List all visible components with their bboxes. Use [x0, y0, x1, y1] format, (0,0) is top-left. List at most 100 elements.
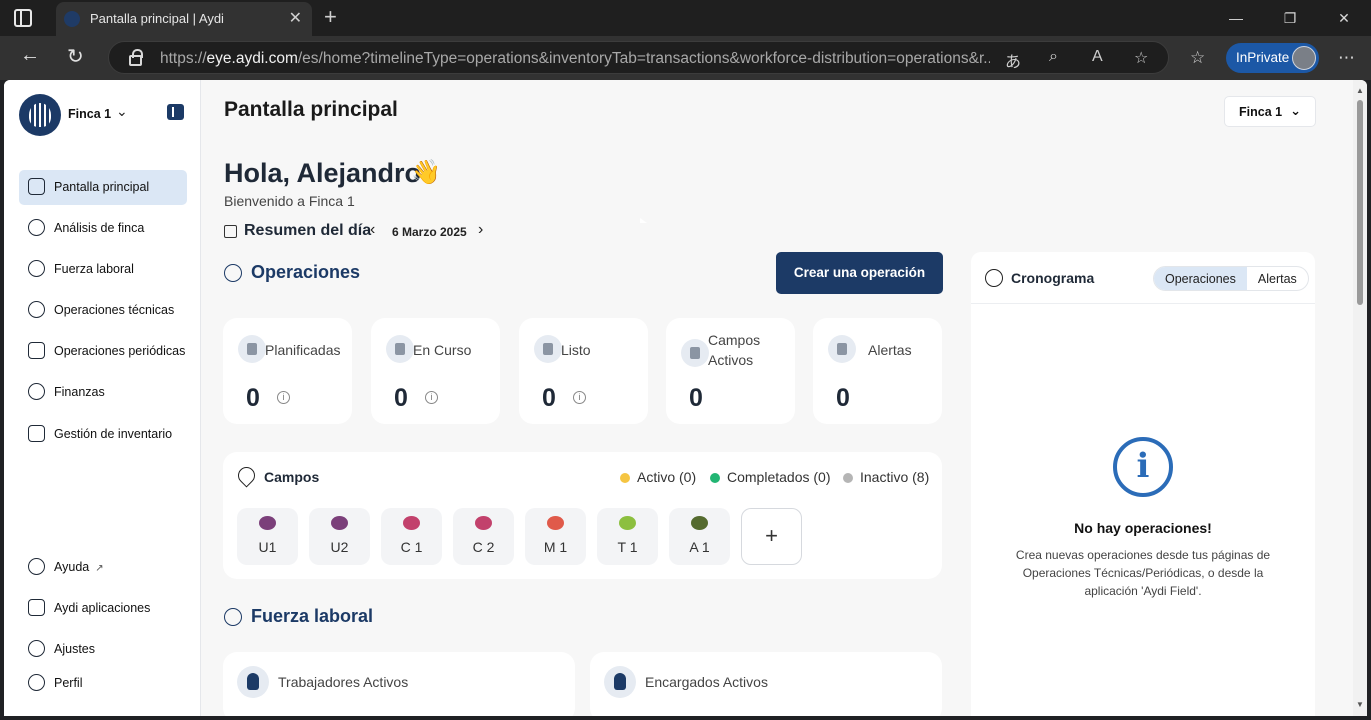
chevron-down-icon[interactable]: ⌄	[116, 103, 128, 120]
stat-card-planificadas: Planificadas 0 i	[223, 318, 352, 424]
tractor-icon	[28, 301, 45, 318]
field-tile-t1[interactable]: T 1	[597, 508, 658, 565]
operations-title: Operaciones	[224, 262, 360, 283]
sidebar-item-ajustes[interactable]: Ajustes	[19, 632, 187, 667]
favorites-icon[interactable]: ☆	[1190, 48, 1205, 68]
wave-emoji-icon: 👋	[411, 159, 441, 186]
field-tile-c1[interactable]: C 1	[381, 508, 442, 565]
restore-icon[interactable]: ❐	[1263, 0, 1317, 36]
stat-card-alertas: Alertas 0	[813, 318, 942, 424]
translate-icon[interactable]: あ	[1005, 48, 1021, 72]
sidebar-item-operaciones-periodicas[interactable]: Operaciones periódicas	[19, 334, 187, 369]
tab-alertas[interactable]: Alertas	[1247, 267, 1308, 290]
campos-title: Campos	[264, 469, 320, 485]
browser-tabbar: Pantalla principal | Aydi ✕ + — ❐ ✕	[0, 0, 1371, 36]
field-tile-u1[interactable]: U1	[237, 508, 298, 565]
minimize-icon[interactable]: —	[1209, 0, 1263, 36]
tab-operaciones[interactable]: Operaciones	[1154, 267, 1247, 290]
active-workers-card: Trabajadores Activos	[223, 652, 575, 716]
browser-tab[interactable]: Pantalla principal | Aydi ✕	[56, 2, 312, 36]
mouse-cursor-icon	[640, 218, 647, 223]
sidebar-item-perfil[interactable]: Perfil	[19, 666, 187, 701]
sidebar-item-fuerza-laboral[interactable]: Fuerza laboral	[19, 252, 187, 287]
next-day-icon[interactable]: ›	[478, 221, 483, 239]
browser-toolbar: ← ↻ https://eye.aydi.com/es/home?timelin…	[0, 36, 1371, 80]
legend-dot	[843, 473, 853, 483]
info-icon[interactable]: i	[573, 391, 586, 404]
in-progress-icon	[386, 335, 414, 363]
previous-day-icon[interactable]: ‹	[370, 221, 375, 239]
address-bar[interactable]: https://eye.aydi.com/es/home?timelineTyp…	[108, 41, 1169, 74]
field-tile-m1[interactable]: M 1	[525, 508, 586, 565]
stat-card-listo: Listo 0 i	[519, 318, 648, 424]
sidebar: Finca 1 ⌄ Pantalla principal Análisis de…	[4, 80, 201, 716]
back-icon[interactable]: ←	[20, 44, 40, 67]
new-tab-icon[interactable]: +	[324, 4, 337, 30]
sidebar-item-finanzas[interactable]: Finanzas	[19, 375, 187, 410]
app-page: Finca 1 ⌄ Pantalla principal Análisis de…	[4, 80, 1367, 716]
zoom-icon[interactable]: ⌕	[1049, 48, 1058, 66]
field-tile-u2[interactable]: U2	[309, 508, 370, 565]
read-aloud-icon[interactable]: A	[1092, 48, 1103, 66]
farm-switcher[interactable]: Finca 1	[68, 107, 111, 121]
day-summary-label: Resumen del día	[224, 222, 371, 240]
operations-icon	[224, 264, 242, 282]
sidebar-item-gestion-inventario[interactable]: Gestión de inventario	[19, 417, 187, 452]
timeline-header: Cronograma Operaciones Alertas	[971, 252, 1315, 304]
stat-card-campos-activos: Campos Activos 0	[666, 318, 795, 424]
active-fields-icon	[681, 339, 709, 367]
add-field-button[interactable]: +	[741, 508, 802, 565]
legend-inactivo: Inactivo (8)	[843, 469, 929, 485]
legend-activo: Activo (0)	[620, 469, 696, 485]
help-icon	[28, 558, 45, 575]
timeline-tabs: Operaciones Alertas	[1153, 266, 1309, 291]
window-controls: — ❐ ✕	[1209, 0, 1371, 36]
lock-icon[interactable]	[129, 49, 143, 66]
sidebar-toggle-icon[interactable]	[14, 9, 32, 27]
inprivate-badge[interactable]: InPrivate	[1226, 43, 1319, 73]
info-icon[interactable]: i	[425, 391, 438, 404]
empty-state-description: Crea nuevas operaciones desde tus página…	[1015, 548, 1271, 598]
legend-dot	[620, 473, 630, 483]
url-text: https://eye.aydi.com/es/home?timelineTyp…	[160, 50, 990, 67]
field-tile-a1[interactable]: A 1	[669, 508, 730, 565]
more-menu-icon[interactable]: ⋯	[1338, 48, 1355, 68]
farm-select[interactable]: Finca 1 ⌄	[1224, 96, 1316, 127]
workforce-icon	[224, 608, 242, 626]
scroll-up-icon[interactable]: ▲	[1356, 86, 1364, 95]
create-operation-button[interactable]: Crear una operación	[776, 252, 943, 294]
sidebar-item-operaciones-tecnicas[interactable]: Operaciones técnicas	[19, 293, 187, 328]
sidebar-item-pantalla-principal[interactable]: Pantalla principal	[19, 170, 187, 205]
aydi-logo	[19, 94, 61, 136]
field-tile-c2[interactable]: C 2	[453, 508, 514, 565]
external-link-icon: ↗	[95, 563, 104, 574]
active-managers-card: Encargados Activos	[590, 652, 942, 716]
campos-card: Campos Activo (0) Completados (0) Inacti…	[223, 452, 942, 579]
collapse-sidebar-icon[interactable]	[167, 104, 184, 120]
info-icon[interactable]: i	[277, 391, 290, 404]
apple-icon	[547, 516, 564, 530]
stat-card-en-curso: En Curso 0 i	[371, 318, 500, 424]
legend-completados: Completados (0)	[710, 469, 831, 485]
sidebar-item-aydi-aplicaciones[interactable]: Aydi aplicaciones	[19, 591, 187, 626]
sidebar-item-ayuda[interactable]: Ayuda ↗	[19, 550, 187, 585]
close-tab-icon[interactable]: ✕	[289, 8, 302, 28]
page-scrollbar[interactable]: ▲ ▼	[1353, 80, 1367, 716]
done-icon	[534, 335, 562, 363]
scroll-down-icon[interactable]: ▼	[1356, 700, 1364, 709]
sidebar-item-analisis-finca[interactable]: Análisis de finca	[19, 211, 187, 246]
close-window-icon[interactable]: ✕	[1317, 0, 1371, 36]
plant-icon	[619, 516, 636, 530]
worker-icon	[237, 666, 269, 698]
grape-icon	[259, 516, 276, 530]
cherry-icon	[475, 516, 492, 530]
summary-date: 6 Marzo 2025	[392, 225, 467, 239]
cherry-icon	[403, 516, 420, 530]
workforce-title: Fuerza laboral	[224, 606, 373, 627]
dollar-icon	[28, 383, 45, 400]
scroll-thumb[interactable]	[1357, 100, 1363, 305]
favorite-star-icon[interactable]: ☆	[1134, 48, 1148, 68]
reload-icon[interactable]: ↻	[67, 44, 84, 69]
legend-dot	[710, 473, 720, 483]
timeline-panel: Cronograma Operaciones Alertas i No hay …	[971, 252, 1315, 716]
